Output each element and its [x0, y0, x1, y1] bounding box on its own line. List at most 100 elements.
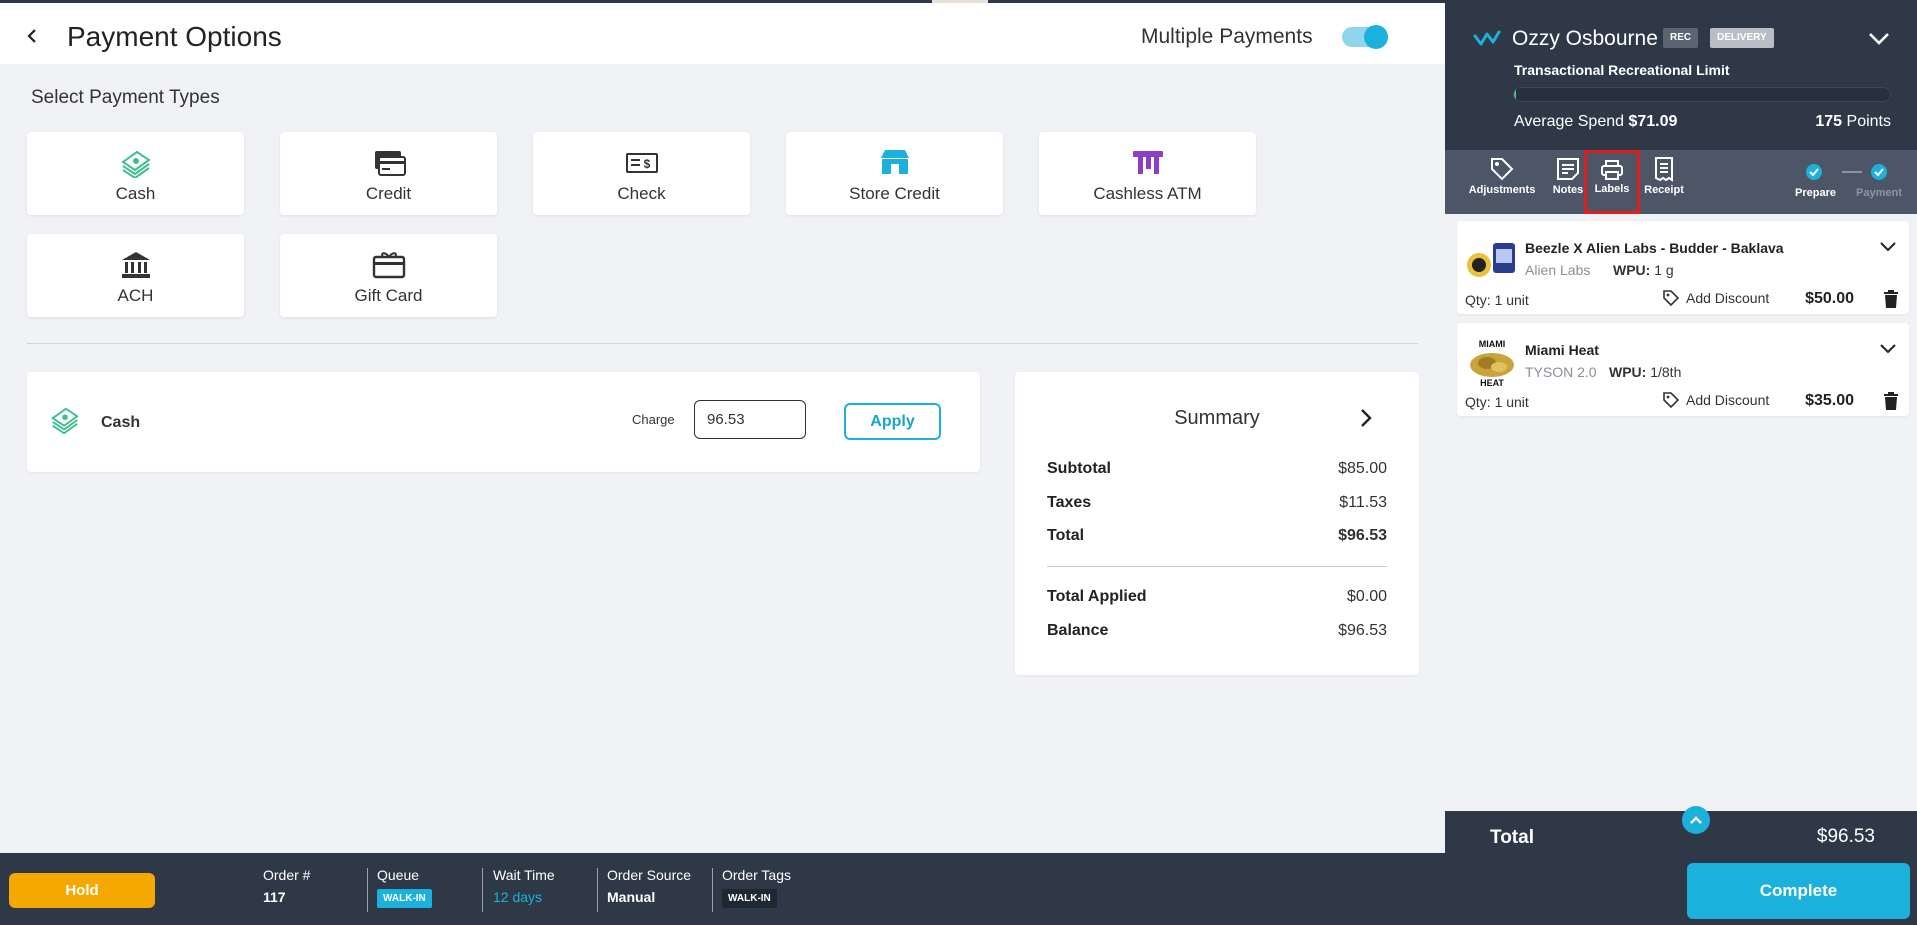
tag-icon: [1663, 392, 1680, 409]
summary-key: Subtotal: [1047, 460, 1111, 477]
divider: [27, 343, 1418, 344]
charge-input[interactable]: [694, 400, 806, 439]
wpu-label: WPU:: [1609, 364, 1647, 380]
qty-value: 1 unit: [1494, 394, 1529, 410]
add-discount-label: Add Discount: [1686, 290, 1770, 306]
order-number: Order # 117: [263, 867, 310, 905]
multiple-payments-toggle[interactable]: [1342, 25, 1388, 49]
step-prepare-label: Prepare: [1795, 187, 1836, 199]
notes-button[interactable]: Notes: [1548, 156, 1588, 196]
payment-type-check[interactable]: $ Check: [533, 132, 750, 215]
summary-row-subtotal: Subtotal $85.00: [1047, 460, 1387, 478]
average-spend-value: $71.09: [1628, 113, 1678, 130]
summary-value: $0.00: [1346, 588, 1387, 605]
summary-value: $96.53: [1338, 527, 1387, 544]
remove-item-button[interactable]: [1883, 289, 1899, 309]
charge-label: Charge: [632, 412, 675, 427]
expand-item-button[interactable]: [1879, 240, 1897, 252]
payment-method-name: Cash: [101, 414, 141, 431]
receipt-icon: [1655, 157, 1673, 182]
wpu-value: 1/8th: [1650, 364, 1682, 380]
labels-label: Labels: [1594, 183, 1630, 195]
cart-item[interactable]: MIAMI HEAT Miami Heat TYSON 2.0 WPU: 1/8…: [1457, 323, 1909, 416]
product-wpu: WPU: 1/8th: [1609, 364, 1681, 380]
add-discount-button[interactable]: Add Discount: [1662, 289, 1769, 307]
labels-button[interactable]: Labels: [1584, 150, 1640, 214]
customer-collapse-button[interactable]: [1867, 30, 1891, 46]
qty-label: Qty:: [1465, 394, 1491, 410]
order-number-label: Order #: [263, 867, 311, 883]
separator: [597, 868, 598, 912]
payment-type-cashless-atm[interactable]: Cashless ATM: [1039, 132, 1256, 215]
complete-button[interactable]: Complete: [1687, 863, 1910, 919]
summary-value: $85.00: [1338, 460, 1387, 477]
adjustments-button[interactable]: Adjustments: [1467, 156, 1537, 196]
cash-icon: [51, 407, 79, 435]
remove-item-button[interactable]: [1883, 391, 1899, 411]
summary-expand-button[interactable]: [1357, 406, 1375, 430]
queue: Queue WALK-IN: [377, 867, 432, 908]
summary-row-balance: Balance $96.53: [1047, 622, 1387, 640]
svg-text:$: $: [643, 157, 650, 171]
payment-type-gift-card[interactable]: Gift Card: [280, 234, 497, 317]
summary-row-taxes: Taxes $11.53: [1047, 494, 1387, 512]
payment-type-label: Gift Card: [354, 286, 423, 305]
points-value: 175: [1815, 113, 1843, 130]
step-prepare-check-icon: [1806, 164, 1822, 180]
summary-separator: [1047, 566, 1387, 567]
qty-label: Qty:: [1465, 292, 1491, 308]
limit-progress-fill: [1514, 88, 1516, 101]
apply-button[interactable]: Apply: [844, 403, 941, 440]
payment-type-label: Check: [617, 184, 666, 203]
queue-tag: WALK-IN: [377, 889, 432, 908]
summary-row-total-applied: Total Applied $0.00: [1047, 588, 1387, 606]
notes-icon: [1557, 158, 1579, 180]
expand-totals-button[interactable]: [1682, 806, 1710, 834]
page-title: Payment Options: [67, 21, 282, 52]
separator: [367, 868, 368, 912]
tag-icon: [1663, 290, 1680, 307]
expand-item-button[interactable]: [1879, 342, 1897, 354]
pulse-icon: [1473, 30, 1501, 46]
back-button[interactable]: [22, 23, 44, 49]
limit-label: Transactional Recreational Limit: [1514, 62, 1730, 78]
order-total-value: $96.53: [1816, 826, 1875, 847]
step-connector: [1842, 171, 1862, 173]
product-price: $50.00: [1805, 290, 1854, 307]
wpu-value: 1 g: [1654, 262, 1674, 278]
payment-type-ach[interactable]: ACH: [27, 234, 244, 317]
hold-button[interactable]: Hold: [9, 873, 155, 908]
cart-item[interactable]: Beezle X Alien Labs - Budder - Baklava A…: [1457, 221, 1909, 314]
bank-icon: [121, 252, 150, 278]
check-icon: $: [625, 153, 658, 173]
separator: [712, 868, 713, 912]
order-total-label: Total: [1490, 827, 1534, 848]
order-tags-label: Order Tags: [722, 867, 791, 883]
payment-type-label: Store Credit: [849, 184, 940, 203]
payment-type-store-credit[interactable]: Store Credit: [786, 132, 1003, 215]
summary-value: $11.53: [1339, 494, 1387, 511]
chevron-down-icon: [1880, 344, 1896, 354]
qty-value: 1 unit: [1494, 292, 1529, 308]
product-price: $35.00: [1805, 392, 1854, 409]
summary-key: Taxes: [1047, 494, 1092, 511]
payment-type-cash[interactable]: Cash: [27, 132, 244, 215]
points: 175 Points: [1815, 113, 1891, 131]
gift-card-icon: [372, 252, 405, 279]
store-icon: [880, 150, 909, 174]
product-name: Miami Heat: [1525, 342, 1599, 358]
payment-main: Payment Options Multiple Payments Select…: [0, 0, 1445, 853]
chevron-up-icon: [1690, 816, 1702, 824]
add-discount-button[interactable]: Add Discount: [1662, 391, 1769, 409]
wpu-label: WPU:: [1613, 262, 1651, 278]
order-tags: Order Tags WALK-IN: [722, 867, 791, 908]
order-toolbar: Adjustments Notes Labels Receipt Prepare…: [1445, 150, 1917, 214]
product-qty: Qty: 1 unit: [1465, 292, 1529, 308]
payment-type-credit[interactable]: Credit: [280, 132, 497, 215]
header-bar: Payment Options Multiple Payments: [0, 0, 1445, 64]
receipt-button[interactable]: Receipt: [1642, 156, 1686, 196]
delivery-badge: DELIVERY: [1710, 28, 1774, 48]
wait-time-label: Wait Time: [493, 867, 555, 883]
order-source-label: Order Source: [607, 867, 692, 883]
step-payment-label: Payment: [1856, 187, 1902, 199]
